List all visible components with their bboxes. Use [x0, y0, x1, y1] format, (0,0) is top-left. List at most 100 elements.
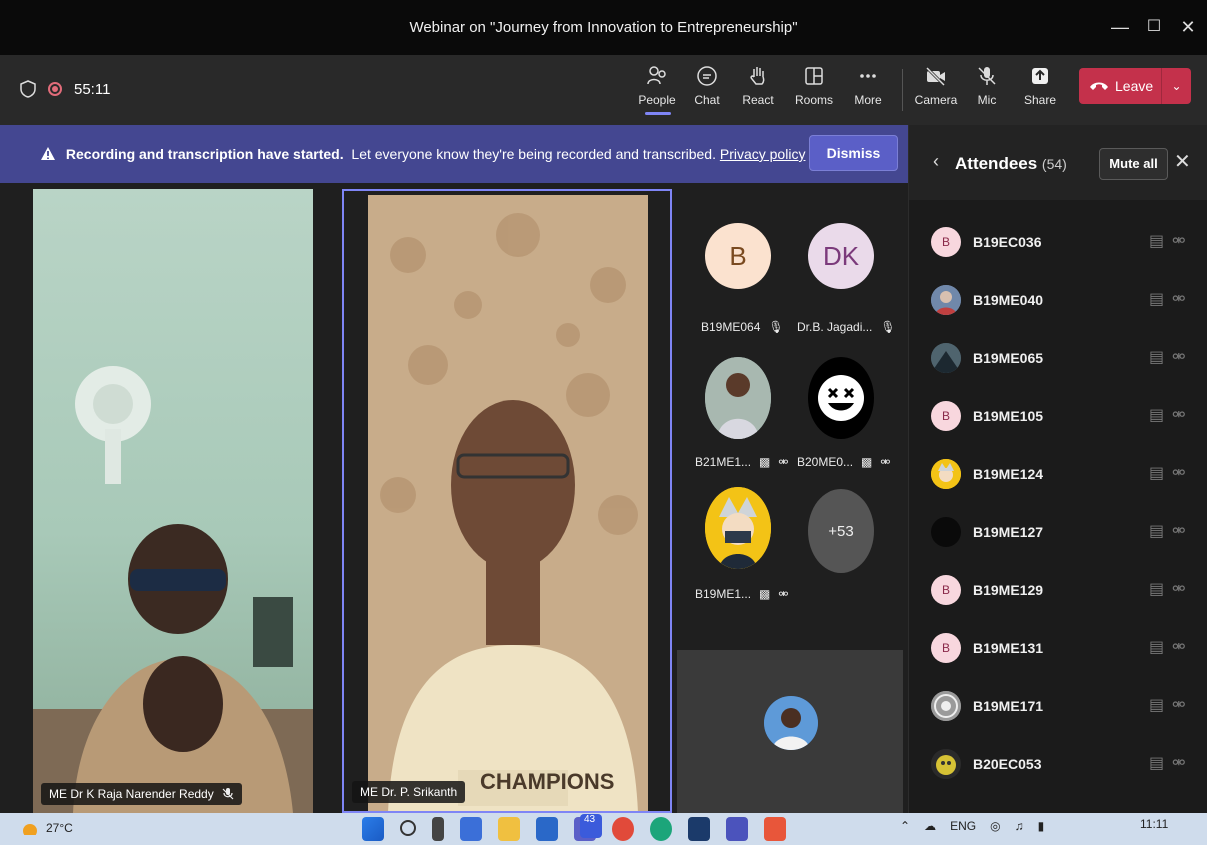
camera-off-icon: ▩	[861, 455, 873, 469]
file-explorer-icon[interactable]	[498, 817, 520, 841]
maximize-button[interactable]: ☐	[1141, 14, 1167, 40]
mic-button[interactable]: Mic	[962, 65, 1012, 107]
camera-off-icon	[925, 66, 946, 87]
window-title-bar: Webinar on "Journey from Innovation to E…	[0, 0, 1207, 55]
task-view-icon[interactable]	[432, 817, 444, 841]
camera-button[interactable]: Camera	[911, 65, 961, 107]
volume-icon[interactable]: ♫	[1015, 819, 1024, 833]
attendee-row[interactable]: B19ME040 ▤ ⚮	[909, 273, 1207, 331]
attendee-name: B19ME065	[973, 350, 1044, 366]
warning-icon	[41, 147, 55, 160]
people-button[interactable]: People	[632, 65, 682, 115]
camera-off-icon: ▤	[1149, 581, 1165, 598]
battery-icon[interactable]: ▮	[1038, 819, 1045, 833]
camera-off-icon: ▤	[1149, 639, 1165, 656]
rooms-button[interactable]: Rooms	[789, 65, 839, 107]
system-tray: ⌃ ☁ ENG ◎ ♫ ▮	[900, 819, 1044, 833]
video-tile-raja[interactable]: ME Dr K Raja Narender Reddy	[33, 189, 313, 813]
mic-off-icon: ⚮	[1172, 291, 1186, 308]
camera-off-icon: ▩	[759, 455, 771, 469]
phone-hangup-icon	[1090, 82, 1108, 90]
teams-icon[interactable]	[726, 817, 748, 841]
mic-off-icon: ⚮	[1172, 233, 1186, 250]
privacy-policy-link[interactable]: Privacy policy	[720, 146, 806, 162]
attendee-row[interactable]: B B19ME105 ▤ ⚮	[909, 389, 1207, 447]
camera-off-icon: ▤	[1149, 697, 1165, 714]
chat-button[interactable]: Chat	[682, 65, 732, 107]
attendee-avatar: B	[931, 227, 961, 257]
minimize-button[interactable]: —	[1107, 14, 1133, 40]
mic-off-icon: ⚮	[1172, 581, 1186, 598]
mute-all-button[interactable]: Mute all	[1099, 148, 1168, 180]
store-icon[interactable]	[536, 817, 558, 841]
mic-muted-icon	[222, 788, 234, 800]
tray-icon[interactable]: ☁	[924, 819, 936, 833]
attendee-name: B19ME105	[973, 408, 1044, 424]
search-icon[interactable]	[400, 820, 416, 836]
attendee-row[interactable]: B19ME171 ▤ ⚮	[909, 679, 1207, 737]
meeting-toolbar: 55:11 People Chat React Rooms More Camer…	[0, 55, 1207, 125]
attendee-photo-avatar	[931, 691, 961, 721]
clock[interactable]: 11:11	[1140, 817, 1168, 831]
participant-photo-avatar[interactable]	[705, 357, 771, 439]
anime-character-avatar	[705, 487, 771, 569]
sun-icon	[23, 824, 37, 835]
person-photo	[705, 357, 771, 439]
recording-indicator-icon	[48, 82, 62, 96]
mic-off-icon: ⚮	[1172, 465, 1186, 482]
app-icon[interactable]	[688, 817, 710, 841]
participant-avatar[interactable]: B	[705, 223, 771, 289]
office-icon[interactable]	[764, 817, 786, 841]
mic-off-icon: ⚮	[1172, 697, 1186, 714]
overflow-participants-button[interactable]: +53	[808, 489, 874, 573]
dismiss-button[interactable]: Dismiss	[809, 135, 898, 171]
chevron-up-icon[interactable]: ⌃	[900, 819, 910, 833]
mic-off-icon: ⚮	[1172, 755, 1186, 772]
participant-label: B20ME0... ▩ ⚮	[797, 455, 891, 469]
attendee-name: B19EC036	[973, 234, 1042, 250]
chevron-left-icon[interactable]: ‹	[933, 151, 939, 172]
attendee-avatar: B	[931, 633, 961, 663]
teams-icon[interactable]: 43	[574, 814, 602, 841]
widgets-icon[interactable]	[460, 817, 482, 841]
attendee-photo-avatar	[931, 343, 961, 373]
attendee-row[interactable]: B B19EC036 ▤ ⚮	[909, 215, 1207, 273]
lang-indicator[interactable]: ENG	[950, 819, 976, 833]
camera-off-icon: ▤	[1149, 755, 1165, 772]
attendee-photo-avatar	[931, 517, 961, 547]
participant-photo-avatar[interactable]	[705, 487, 771, 569]
attendee-name: B19ME040	[973, 292, 1044, 308]
mic-muted-icon: 🎙	[880, 320, 896, 334]
share-button[interactable]: Share	[1015, 65, 1065, 107]
mic-icon: ⚮	[778, 587, 789, 601]
attendee-photo-avatar	[931, 459, 961, 489]
close-icon[interactable]: ✕	[1174, 149, 1191, 174]
participant-avatar[interactable]: DK	[808, 223, 874, 289]
attendee-row[interactable]: B19ME127 ▤ ⚮	[909, 505, 1207, 563]
video-tile-srikanth[interactable]: CHAMPIONS ME Dr. P. Srikanth	[342, 189, 672, 813]
attendee-name: B19ME124	[973, 466, 1044, 482]
attendee-row[interactable]: B20EC053 ▤ ⚮	[909, 737, 1207, 795]
chrome-icon[interactable]	[612, 817, 634, 841]
react-button[interactable]: React	[733, 65, 783, 107]
more-icon	[860, 74, 876, 78]
attendee-count: (54)	[1041, 156, 1067, 172]
react-hand-icon	[750, 67, 765, 85]
close-window-button[interactable]: ✕	[1175, 14, 1201, 40]
camera-off-icon: ▤	[1149, 523, 1165, 540]
weather-widget[interactable]: 27°C	[22, 821, 73, 835]
chevron-down-icon[interactable]: ⌄	[1162, 79, 1191, 93]
attendee-row[interactable]: B B19ME131 ▤ ⚮	[909, 621, 1207, 679]
edge-icon[interactable]	[650, 817, 672, 841]
start-icon[interactable]	[362, 817, 384, 841]
attendee-row[interactable]: B19ME124 ▤ ⚮	[909, 447, 1207, 505]
attendee-row[interactable]: B B19ME129 ▤ ⚮	[909, 563, 1207, 621]
shield-icon	[20, 80, 36, 98]
camera-off-icon: ▤	[1149, 233, 1165, 250]
attendee-row[interactable]: B19ME065 ▤ ⚮	[909, 331, 1207, 389]
participant-avatar[interactable]	[808, 357, 874, 439]
self-view-tile[interactable]	[677, 650, 903, 813]
leave-button[interactable]: Leave ⌄	[1079, 68, 1191, 104]
wifi-icon[interactable]: ◎	[990, 819, 1000, 833]
more-button[interactable]: More	[843, 65, 893, 107]
